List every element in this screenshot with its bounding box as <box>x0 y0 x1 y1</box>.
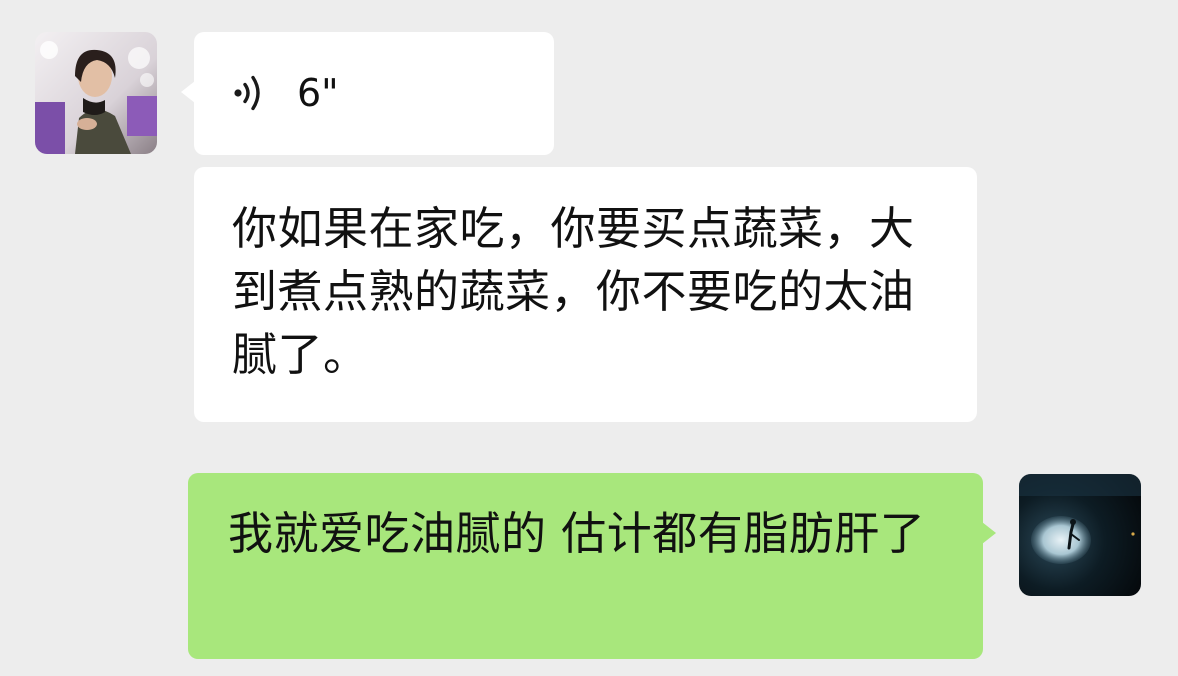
outgoing-text-bubble[interactable]: 我就爱吃油腻的 估计都有脂肪肝了 <box>188 473 996 659</box>
bubble-tail <box>982 522 996 544</box>
my-avatar[interactable] <box>1019 474 1141 596</box>
contact-avatar[interactable] <box>35 32 157 154</box>
voice-wave-icon <box>234 75 260 111</box>
message-text: 你如果在家吃，你要买点蔬菜，大到煮点熟的蔬菜，你不要吃的太油腻了。 <box>232 202 915 381</box>
avatar-underwater-photo-icon <box>1019 474 1141 596</box>
incoming-text-bubble[interactable]: 你如果在家吃，你要买点蔬菜，大到煮点熟的蔬菜，你不要吃的太油腻了。 <box>194 167 977 422</box>
message-text: 我就爱吃油腻的 估计都有脂肪肝了 <box>228 507 926 560</box>
voice-duration: 6" <box>297 71 339 115</box>
avatar-woman-photo-icon <box>35 32 157 154</box>
voice-message-bubble[interactable]: 6" <box>181 32 554 155</box>
bubble-tail <box>181 81 195 103</box>
